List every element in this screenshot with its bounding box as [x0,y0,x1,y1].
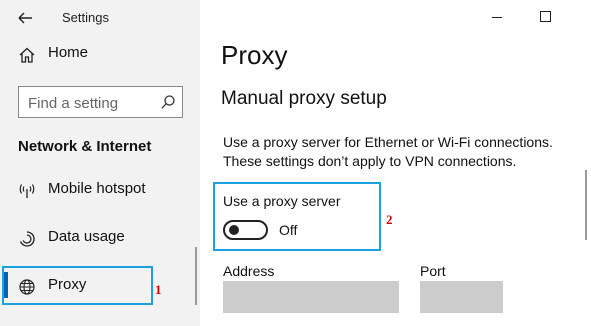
search-box[interactable] [18,86,183,118]
sidebar-item-data-usage[interactable]: Data usage [0,218,200,258]
maximize-icon[interactable] [540,11,551,22]
sidebar-item-label: Home [48,44,89,61]
home-icon [18,46,36,64]
search-input[interactable] [28,93,156,113]
back-arrow-icon [18,12,32,24]
page-title: Proxy [221,40,288,70]
toggle-state-text: Off [279,222,298,238]
minimize-icon[interactable] [492,17,502,18]
sidebar-scrollbar[interactable] [195,247,197,305]
data-usage-icon [18,230,36,248]
address-label: Address [223,263,275,279]
annotation-box-proxy [2,266,153,305]
hotspot-icon [18,182,36,200]
toggle-knob [229,225,239,235]
back-button[interactable] [15,8,37,28]
sidebar-item-mobile-hotspot[interactable]: Mobile hotspot [0,170,200,210]
content-scrollbar[interactable] [585,170,587,240]
sidebar: Settings Home Network & Internet Mobile [0,0,200,326]
description-line: Use a proxy server for Ethernet or Wi-Fi… [223,134,553,150]
port-label: Port [420,263,446,279]
description-line: These settings don’t apply to VPN connec… [223,153,517,169]
port-input[interactable] [420,281,503,313]
proxy-toggle-label: Use a proxy server [223,193,341,209]
proxy-toggle[interactable] [223,220,268,240]
sidebar-item-label: Data usage [48,228,125,245]
section-title: Manual proxy setup [221,88,387,109]
annotation-number-1: 1 [155,282,162,297]
address-input[interactable] [223,281,399,313]
app-title: Settings [62,10,109,25]
sidebar-item-home[interactable]: Home [0,34,200,74]
annotation-number-2: 2 [386,212,393,227]
proxy-description: Use a proxy server for Ethernet or Wi-Fi… [223,133,583,171]
search-icon[interactable] [160,94,176,110]
sidebar-item-label: Mobile hotspot [48,180,146,197]
section-heading: Network & Internet [18,138,152,155]
